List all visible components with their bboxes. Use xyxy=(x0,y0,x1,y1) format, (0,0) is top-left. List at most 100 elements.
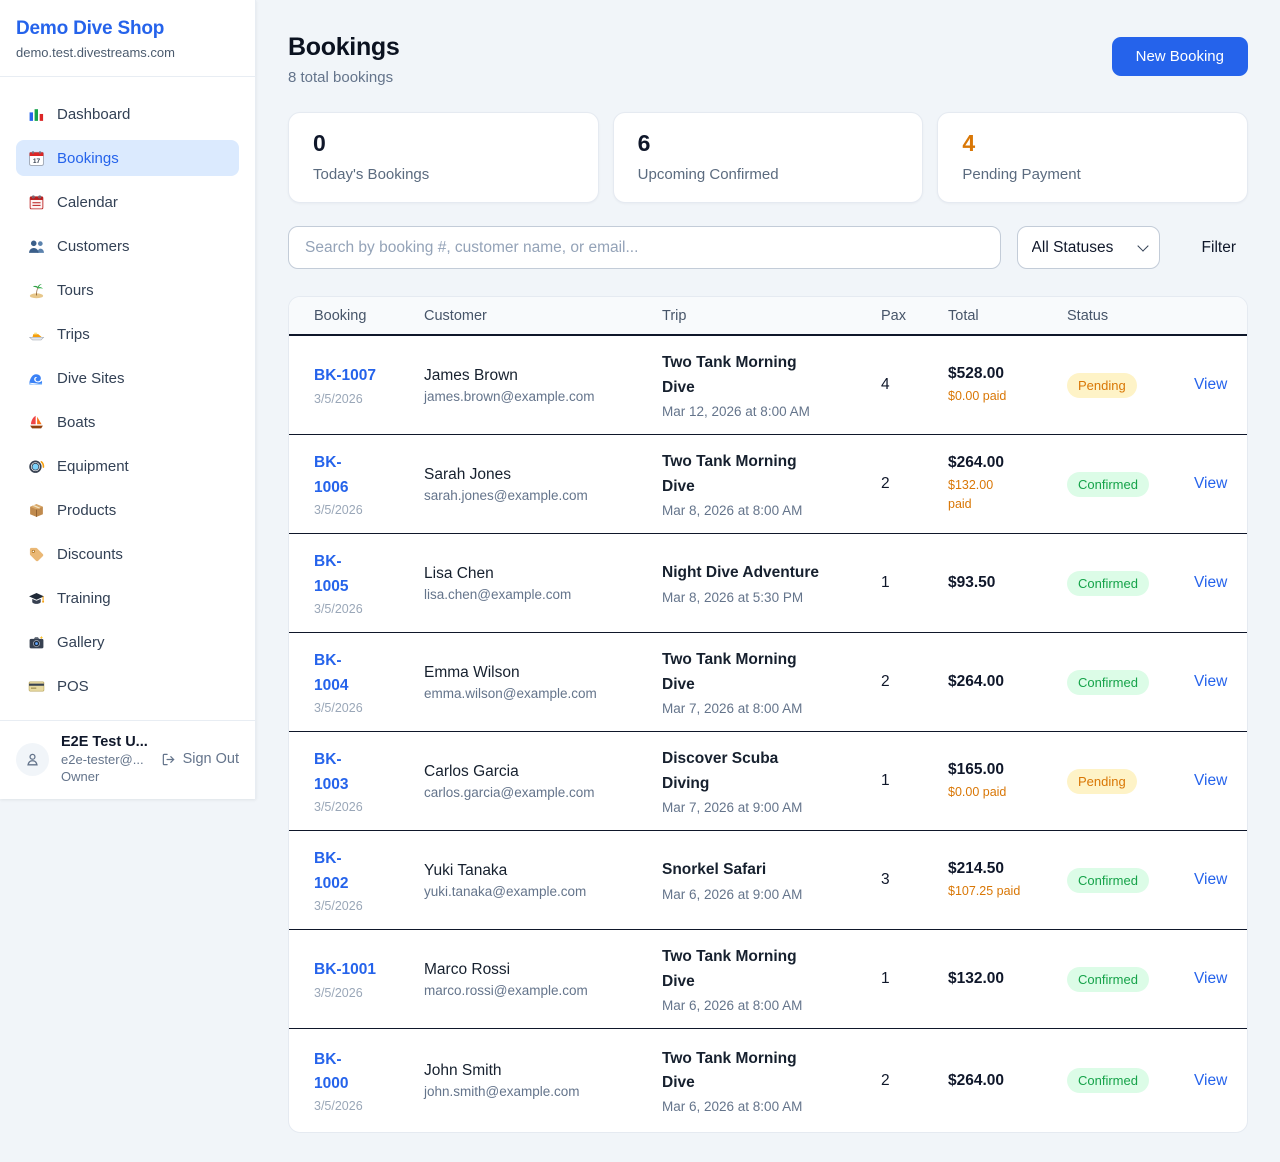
amount-paid: $0.00 paid xyxy=(948,387,1057,406)
package-icon xyxy=(28,502,45,519)
total-amount: $264.00 xyxy=(948,1072,1057,1090)
palm-island-icon xyxy=(28,282,45,299)
customer-email: sarah.jones@example.com xyxy=(424,488,652,503)
booking-cell: BK-10033/5/2026 xyxy=(314,748,424,813)
status-cell: Pending xyxy=(1067,373,1194,398)
view-link[interactable]: View xyxy=(1194,673,1227,690)
view-link[interactable]: View xyxy=(1194,772,1227,789)
column-header-booking: Booking xyxy=(314,308,424,324)
booking-date: 3/5/2026 xyxy=(314,1099,414,1113)
sign-out-button[interactable]: Sign Out xyxy=(161,751,239,767)
pax-cell: 3 xyxy=(881,871,948,889)
sailboat-icon xyxy=(28,414,45,431)
sidebar-item-bookings[interactable]: 17Bookings xyxy=(16,140,239,176)
amount-paid: $107.25 paid xyxy=(948,882,1057,901)
sidebar-item-customers[interactable]: Customers xyxy=(16,228,239,264)
status-badge: Confirmed xyxy=(1067,571,1149,596)
booking-id-link[interactable]: BK-1001 xyxy=(314,958,376,982)
view-link[interactable]: View xyxy=(1194,1072,1227,1089)
view-link[interactable]: View xyxy=(1194,574,1227,591)
booking-date: 3/5/2026 xyxy=(314,899,414,913)
trip-datetime: Mar 8, 2026 at 8:00 AM xyxy=(662,503,871,518)
customer-name: Lisa Chen xyxy=(424,565,652,583)
trip-name: Night Dive Adventure xyxy=(662,561,871,585)
status-cell: Confirmed xyxy=(1067,1068,1194,1093)
status-badge: Confirmed xyxy=(1067,1068,1149,1093)
credit-card-icon xyxy=(28,678,45,695)
booking-cell: BK-10013/5/2026 xyxy=(314,958,424,999)
sidebar-item-label: Dashboard xyxy=(57,106,130,123)
booking-cell: BK-1007 3/5/2026 xyxy=(314,364,424,405)
booking-row: BK-10023/5/2026Yuki Tanakayuki.tanaka@ex… xyxy=(289,831,1247,930)
page-title: Bookings xyxy=(288,33,400,62)
booking-id-link[interactable]: BK-1004 xyxy=(314,649,348,697)
sidebar-item-equipment[interactable]: Equipment xyxy=(16,448,239,484)
sidebar-item-dive-sites[interactable]: Dive Sites xyxy=(16,360,239,396)
sidebar-item-discounts[interactable]: Discounts xyxy=(16,536,239,572)
booking-cell: BK-1002 3/5/2026 xyxy=(314,847,424,912)
booking-id-link[interactable]: BK-1003 xyxy=(314,748,348,796)
bar-chart-icon xyxy=(28,106,45,123)
trip-datetime: Mar 7, 2026 at 8:00 AM xyxy=(662,701,871,716)
booking-row: BK-10043/5/2026Emma Wilsonemma.wilson@ex… xyxy=(289,633,1247,732)
customer-email: carlos.garcia@example.com xyxy=(424,785,652,800)
booking-cell: BK-10043/5/2026 xyxy=(314,649,424,714)
booking-row: BK-1006 3/5/2026 Sarah Jonessarah.jones@ex… xyxy=(289,435,1247,534)
filter-button[interactable]: Filter xyxy=(1190,239,1248,257)
sidebar-item-dashboard[interactable]: Dashboard xyxy=(16,96,239,132)
view-cell: View xyxy=(1194,376,1237,394)
search-input[interactable] xyxy=(288,226,1001,269)
sidebar-item-boats[interactable]: Boats xyxy=(16,404,239,440)
avatar xyxy=(16,743,49,776)
view-link[interactable]: View xyxy=(1194,970,1227,987)
booking-id-link[interactable]: BK-1002 xyxy=(314,847,348,895)
brand: Demo Dive Shop demo.test.divestreams.com xyxy=(0,0,255,77)
booking-id-link[interactable]: BK-1007 xyxy=(314,364,376,388)
sidebar-item-products[interactable]: Products xyxy=(16,492,239,528)
booking-id-link[interactable]: BK-1006 xyxy=(314,451,348,499)
status-badge: Confirmed xyxy=(1067,472,1149,497)
sidebar-item-label: Trips xyxy=(57,326,90,343)
booking-date: 3/5/2026 xyxy=(314,392,414,406)
total-amount: $264.00 xyxy=(948,673,1057,691)
view-link[interactable]: View xyxy=(1194,871,1227,888)
view-link[interactable]: View xyxy=(1194,475,1227,492)
sidebar-item-gallery[interactable]: Gallery xyxy=(16,624,239,660)
customer-cell: Sarah Jonessarah.jones@example.com xyxy=(424,466,662,503)
sidebar-item-label: Calendar xyxy=(57,194,118,211)
total-cell: $214.50$107.25 paid xyxy=(948,860,1067,901)
new-booking-button[interactable]: New Booking xyxy=(1112,37,1248,76)
sidebar-item-label: Customers xyxy=(57,238,130,255)
sidebar-item-pos[interactable]: POS xyxy=(16,668,239,704)
people-icon xyxy=(28,238,45,255)
sidebar-item-trips[interactable]: Trips xyxy=(16,316,239,352)
pax-cell: 2 xyxy=(881,475,948,493)
trip-datetime: Mar 12, 2026 at 8:00 AM xyxy=(662,404,871,419)
customer-cell: John Smithjohn.smith@example.com xyxy=(424,1062,662,1099)
trip-cell: Two Tank MorningDiveMar 6, 2026 at 8:00 … xyxy=(662,945,881,1012)
booking-date: 3/5/2026 xyxy=(314,503,414,517)
trip-cell: Two Tank MorningDiveMar 6, 2026 at 8:00 … xyxy=(662,1047,881,1114)
sidebar-user-section: E2E Test U... e2e-tester@... Owner Sign … xyxy=(0,720,255,799)
pax-cell: 1 xyxy=(881,772,948,790)
sidebar-item-calendar[interactable]: Calendar xyxy=(16,184,239,220)
sidebar-item-label: Products xyxy=(57,502,116,519)
view-cell: View xyxy=(1194,673,1237,691)
customer-name: John Smith xyxy=(424,1062,652,1080)
status-filter-select[interactable]: All Statuses xyxy=(1017,226,1160,269)
sidebar: Demo Dive Shop demo.test.divestreams.com… xyxy=(0,0,256,799)
booking-id-link[interactable]: BK-1005 xyxy=(314,550,348,598)
view-link[interactable]: View xyxy=(1194,376,1227,393)
trip-datetime: Mar 8, 2026 at 5:30 PM xyxy=(662,590,871,605)
booking-id-link[interactable]: BK-1000 xyxy=(314,1048,348,1096)
sidebar-item-training[interactable]: Training xyxy=(16,580,239,616)
total-amount: $93.50 xyxy=(948,574,1057,592)
stat-card-upcoming-confirmed: 6 Upcoming Confirmed xyxy=(613,112,924,203)
sidebar-item-tours[interactable]: Tours xyxy=(16,272,239,308)
brand-domain: demo.test.divestreams.com xyxy=(16,45,239,60)
sidebar-item-label: Boats xyxy=(57,414,95,431)
trip-cell: Two Tank MorningDiveMar 12, 2026 at 8:00… xyxy=(662,351,881,418)
page-header: Bookings 8 total bookings New Booking xyxy=(288,33,1248,86)
sidebar-item-label: Discounts xyxy=(57,546,123,563)
trip-name: Two Tank MorningDive xyxy=(662,648,871,696)
